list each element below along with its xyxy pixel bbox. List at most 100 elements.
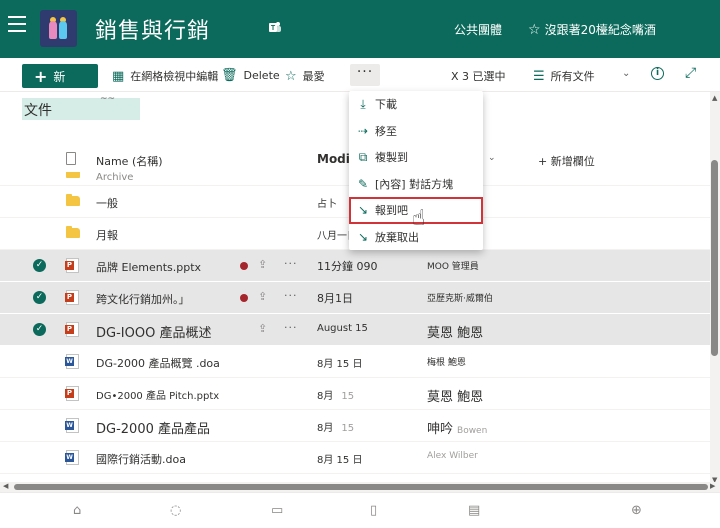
- powerpoint-icon: [65, 290, 79, 305]
- lists-icon[interactable]: ▤: [468, 503, 480, 518]
- delete-button[interactable]: 🗑 Delete: [221, 68, 280, 83]
- site-header: 銷售與行銷 T 公共團體 ☆ 沒跟著20檯紀念嘴酒: [0, 0, 720, 58]
- table-row[interactable]: ✓ 跨文化行銷加州。」 ⇪ ··· 8月1日 亞歷克斯·威爾伯: [0, 282, 710, 314]
- scroll-left-icon[interactable]: ◀: [3, 482, 8, 490]
- share-icon[interactable]: ⇪: [258, 290, 267, 303]
- table-row[interactable]: DG-2000 產品產品 8月15 呻吟Bowen: [0, 410, 710, 442]
- table-row[interactable]: ✓ 品牌 Elements.pptx ⇪ ··· 11分鐘 090 MOO 管理…: [0, 250, 710, 282]
- row-more-icon[interactable]: ···: [284, 257, 298, 270]
- info-icon[interactable]: i: [651, 67, 664, 80]
- bottom-navigation: ⌂ ◌ ▭ ▯ ▤ ⊕: [0, 492, 720, 528]
- new-button[interactable]: + 新: [22, 64, 98, 88]
- modified-date: 8月1日: [317, 292, 353, 305]
- folder-icon: [66, 194, 80, 206]
- folder-icon: [66, 226, 80, 238]
- file-type-header-icon[interactable]: [66, 152, 76, 165]
- selection-count[interactable]: X 3 已選中: [451, 68, 506, 84]
- view-selector[interactable]: ☰ 所有文件: [533, 68, 595, 84]
- discard-checkout-icon: ↘: [357, 229, 369, 244]
- file-name[interactable]: DG-IOOO 產品概述: [96, 322, 211, 341]
- checkmark-icon[interactable]: ✓: [33, 259, 46, 272]
- library-title: 文件 ~~: [22, 94, 140, 120]
- file-name[interactable]: 國際行銷活動.doa: [96, 451, 186, 467]
- follow-button[interactable]: ☆ 沒跟著20檯紀念嘴酒: [528, 21, 656, 38]
- modified-date: 8月 15 日: [317, 359, 363, 370]
- hand-cursor-icon: ☝: [412, 206, 426, 231]
- home-icon[interactable]: ⌂: [73, 503, 81, 518]
- star-outline-icon: ☆: [285, 68, 297, 84]
- hamburger-menu-icon[interactable]: [8, 16, 26, 32]
- word-icon: [65, 354, 79, 369]
- powerpoint-icon: [65, 258, 79, 273]
- modified-by: 梅根 鮑恩: [427, 358, 466, 368]
- table-row[interactable]: DG-2000 產品概覽 .doa 8月 15 日 梅根 鮑恩: [0, 346, 710, 378]
- modified-by: 莫恩 鮑恩: [427, 326, 484, 341]
- table-row[interactable]: 國際行銷活動.doa 8月 15 日 Alex Wilber: [0, 442, 710, 474]
- add-icon[interactable]: ⊕: [631, 503, 642, 518]
- modified-by: 亞歷克斯·威爾伯: [427, 294, 493, 304]
- teams-icon[interactable]: T: [268, 20, 282, 34]
- favorite-button[interactable]: ☆ 最愛: [285, 68, 325, 84]
- documents-icon[interactable]: ▯: [370, 503, 377, 518]
- file-name[interactable]: DG•2000 產品 Pitch.pptx: [96, 387, 219, 402]
- file-name[interactable]: DG-2000 產品概覽 .doa: [96, 355, 220, 371]
- file-name[interactable]: 一般: [96, 195, 118, 211]
- column-header-name[interactable]: Name (名稱): [96, 153, 163, 169]
- modified-date: August 15: [317, 323, 368, 334]
- chevron-down-icon[interactable]: ⌄: [488, 153, 496, 163]
- globe-icon[interactable]: ◌: [170, 503, 181, 518]
- row-more-icon[interactable]: ···: [284, 289, 298, 302]
- plus-icon: +: [34, 66, 48, 86]
- menu-item-properties[interactable]: ✎ [內容] 對話方塊: [349, 171, 483, 198]
- word-icon: [65, 450, 79, 465]
- scroll-up-icon[interactable]: ▲: [712, 94, 717, 102]
- modified-by: 呻吟 Bowen: [427, 422, 488, 437]
- site-logo[interactable]: [40, 10, 77, 47]
- share-icon[interactable]: ⇪: [258, 322, 267, 335]
- table-row[interactable]: ✓ DG-IOOO 產品概述 ⇪ ··· August 15 莫恩 鮑恩: [0, 314, 710, 346]
- menu-item-move-to[interactable]: ⇢ 移至: [349, 118, 483, 145]
- grid-icon: ▦: [112, 68, 125, 84]
- menu-item-copy-to[interactable]: ⧉ 複製到: [349, 144, 483, 171]
- word-icon: [65, 418, 79, 433]
- trash-icon: 🗑: [221, 68, 238, 83]
- follow-label: 沒跟著20檯紀念嘴酒: [544, 23, 656, 37]
- scroll-right-icon[interactable]: ▶: [710, 482, 715, 490]
- table-row[interactable]: DG•2000 產品 Pitch.pptx 8月15 莫恩 鮑恩: [0, 378, 710, 410]
- share-icon[interactable]: ⇪: [258, 258, 267, 271]
- site-title[interactable]: 銷售與行銷: [95, 13, 210, 45]
- modified-date: 8月 15: [317, 391, 355, 402]
- news-icon[interactable]: ▭: [271, 503, 283, 518]
- file-name[interactable]: Archive: [96, 172, 133, 183]
- copy-icon: ⧉: [358, 150, 368, 164]
- checkmark-icon[interactable]: ✓: [33, 323, 46, 336]
- horizontal-scroll-thumb[interactable]: [14, 484, 708, 490]
- checkmark-icon[interactable]: ✓: [33, 291, 46, 304]
- powerpoint-icon: [65, 386, 79, 401]
- modified-by: MOO 管理員: [427, 262, 479, 272]
- powerpoint-icon: [65, 322, 79, 337]
- expand-icon[interactable]: ⤢: [685, 65, 696, 81]
- command-bar: + 新 ▦ 在網格檢視中編輯 🗑 Delete ☆ 最愛 ··· X 3 已選中 ☰ 所有…: [0, 58, 720, 92]
- file-name[interactable]: 跨文化行銷加州。」: [96, 291, 190, 307]
- edit-icon: ✎: [357, 176, 369, 191]
- library-title-mark: ~~: [100, 94, 116, 104]
- edit-in-grid-view-button[interactable]: ▦ 在網格檢視中編輯: [112, 68, 218, 84]
- modified-date: 占卜: [317, 199, 337, 210]
- download-icon: ⤓: [360, 97, 366, 111]
- vertical-scroll-thumb[interactable]: [711, 160, 718, 356]
- modified-date: 8月 15 日: [317, 455, 363, 466]
- chevron-down-icon[interactable]: ⌄: [622, 68, 630, 79]
- checkin-icon: ↘: [357, 203, 369, 217]
- file-name[interactable]: 月報: [96, 227, 118, 243]
- row-more-icon[interactable]: ···: [284, 321, 298, 334]
- view-lines-icon: ☰: [533, 68, 545, 84]
- star-icon: ☆: [528, 22, 541, 38]
- menu-item-download[interactable]: ⤓ 下載: [349, 91, 483, 118]
- file-name[interactable]: DG-2000 產品產品: [96, 418, 210, 437]
- group-type-label: 公共團體: [454, 23, 503, 37]
- more-actions-button[interactable]: ···: [350, 64, 380, 86]
- svg-text:T: T: [271, 25, 276, 32]
- file-name[interactable]: 品牌 Elements.pptx: [96, 259, 201, 275]
- add-column-button[interactable]: + 新增欄位: [538, 153, 595, 169]
